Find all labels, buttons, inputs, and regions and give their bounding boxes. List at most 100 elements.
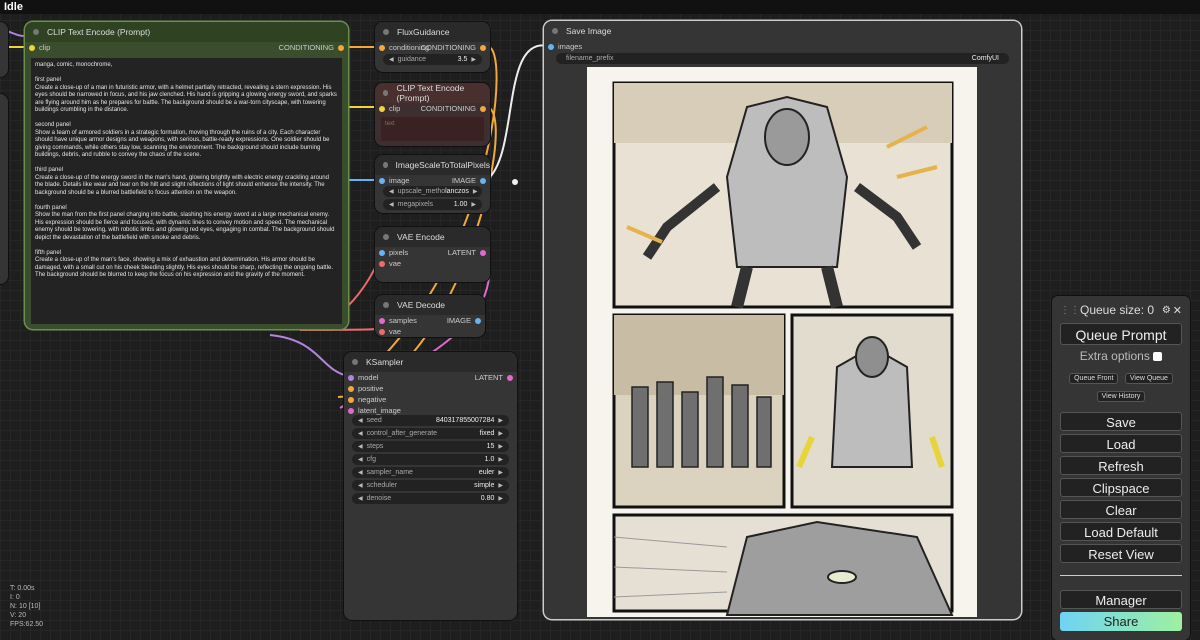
conditioning-input-slot[interactable] [379, 44, 385, 51]
sampler-name-widget[interactable]: ◀ sampler_name euler ▶ [352, 467, 509, 478]
flux-guidance-node[interactable]: FluxGuidance conditioning CONDITIONING ◀… [375, 22, 490, 72]
latent-output-slot[interactable] [507, 374, 513, 381]
conditioning-output-slot[interactable] [338, 44, 344, 51]
image-input-label: image [389, 176, 410, 185]
ksampler-node[interactable]: KSampler model LATENT positive negative … [344, 352, 517, 620]
filename-prefix-widget[interactable]: filename_prefix ComfyUI [556, 53, 1009, 64]
guidance-widget[interactable]: ◀ guidance 3.5 ▶ [383, 54, 482, 65]
image-input-slot[interactable] [379, 177, 385, 184]
clipspace-button[interactable]: Clipspace [1060, 478, 1182, 497]
settings-gear-icon[interactable]: ⚙ [1162, 305, 1171, 316]
extra-options-checkbox[interactable] [1153, 352, 1163, 362]
vae-input-slot[interactable] [379, 328, 385, 335]
view-queue-button[interactable]: View Queue [1124, 373, 1173, 384]
seed-widget[interactable]: ◀ seed 840317855007284 ▶ [352, 415, 509, 426]
stat-time: T: 0.00s [10, 585, 35, 592]
stat-fps: FPS:62.50 [10, 621, 44, 628]
offscreen-node-2[interactable] [0, 94, 8, 284]
vae-input-label: vae [389, 259, 402, 268]
widget-label: sampler_name [366, 469, 413, 476]
widget-value: 3.5 [457, 56, 468, 63]
load-button[interactable]: Load [1060, 434, 1182, 453]
clip-input-label: clip [389, 104, 401, 113]
clip-input-slot[interactable] [29, 44, 35, 51]
latent-image-input-label: latent_image [358, 406, 401, 415]
pixels-input-label: pixels [389, 248, 409, 257]
stat-v: V: 20 [10, 612, 27, 619]
image-output-slot[interactable] [475, 317, 481, 324]
negative-input-label: negative [358, 395, 387, 404]
upscale-method-widget[interactable]: ◀ upscale_metho lanczos ▶ [383, 186, 482, 197]
latent-output-slot[interactable] [480, 249, 486, 256]
close-icon[interactable]: ✕ [1173, 304, 1182, 317]
image-scale-node[interactable]: ImageScaleToTotalPixels image IMAGE ◀ ups… [375, 155, 490, 213]
megapixels-widget[interactable]: ◀ megapixels 1.00 ▶ [383, 199, 482, 210]
widget-label: seed [366, 417, 382, 424]
widget-value: lanczos [445, 188, 469, 195]
clip-input-slot[interactable] [379, 105, 385, 112]
save-button[interactable]: Save [1060, 412, 1182, 431]
widget-value: euler [478, 469, 495, 476]
widget-value: ComfyUI [971, 55, 999, 62]
queue-prompt-button[interactable]: Queue Prompt [1060, 323, 1182, 345]
model-input-slot[interactable] [348, 374, 354, 381]
conditioning-output-label: CONDITIONING [278, 43, 334, 52]
widget-value: fixed [479, 430, 495, 437]
scheduler-widget[interactable]: ◀ scheduler simple ▶ [352, 480, 509, 491]
widget-label: upscale_metho [397, 188, 446, 195]
decrement-arrow-icon[interactable]: ◀ [389, 56, 394, 63]
control-after-generate-widget[interactable]: ◀ control_after_generate fixed ▶ [352, 428, 509, 439]
queue-front-button[interactable]: Queue Front [1069, 373, 1119, 384]
conditioning-output-label: CONDITIONING [420, 104, 476, 113]
generated-image[interactable] [587, 67, 977, 617]
increment-arrow-icon[interactable]: ▶ [471, 56, 476, 63]
images-input-slot[interactable] [548, 43, 554, 50]
latent-output-label: LATENT [447, 248, 476, 257]
status-text: Idle [4, 1, 23, 13]
widget-value: 840317855007284 [435, 417, 495, 424]
widget-label: megapixels [397, 201, 434, 208]
conditioning-output-slot[interactable] [480, 105, 486, 112]
denoise-widget[interactable]: ◀ denoise 0.80 ▶ [352, 493, 509, 504]
view-history-button[interactable]: View History [1096, 391, 1146, 402]
cfg-widget[interactable]: ◀ cfg 1.0 ▶ [352, 454, 509, 465]
negative-textarea[interactable]: text [381, 117, 484, 141]
collapse-dot[interactable] [33, 29, 39, 35]
widget-label: filename_prefix [566, 55, 614, 62]
latent-image-input-slot[interactable] [348, 407, 354, 414]
manager-button[interactable]: Manager [1060, 590, 1182, 609]
load-default-button[interactable]: Load Default [1060, 522, 1182, 541]
pixels-input-slot[interactable] [379, 249, 385, 256]
vae-input-slot[interactable] [379, 260, 385, 267]
extra-options-label: Extra options [1079, 349, 1150, 363]
share-button[interactable]: Share [1060, 612, 1182, 631]
image-output-label: IMAGE [451, 176, 476, 185]
latent-output-label: LATENT [474, 373, 503, 382]
widget-label: control_after_generate [366, 430, 438, 437]
positive-input-slot[interactable] [348, 385, 354, 392]
widget-value: 1.0 [484, 456, 495, 463]
clip-text-encode-node[interactable]: CLIP Text Encode (Prompt) clip CONDITION… [25, 22, 348, 329]
drag-handle-icon[interactable]: ⋮⋮ [1060, 305, 1080, 316]
prompt-textarea[interactable]: manga, comic, monochrome, first panel Cr… [31, 58, 342, 324]
widget-label: denoise [366, 495, 392, 502]
save-image-node[interactable]: Save Image images filename_prefix ComfyU… [544, 21, 1021, 619]
clip-text-encode-negative-node[interactable]: CLIP Text Encode (Prompt) clip CONDITION… [375, 83, 490, 146]
node-title: CLIP Text Encode (Prompt) [396, 83, 465, 103]
vae-encode-node[interactable]: VAE Encode pixels LATENT vae [375, 227, 490, 282]
top-bar [0, 0, 1200, 14]
steps-widget[interactable]: ◀ steps 15 ▶ [352, 441, 509, 452]
offscreen-node-1[interactable] [0, 22, 8, 77]
image-output-slot[interactable] [480, 177, 486, 184]
reset-view-button[interactable]: Reset View [1060, 544, 1182, 563]
conditioning-output-slot[interactable] [480, 44, 486, 51]
refresh-button[interactable]: Refresh [1060, 456, 1182, 475]
conditioning-output-label: CONDITIONING [420, 43, 476, 52]
positive-input-label: positive [358, 384, 384, 393]
samples-input-slot[interactable] [379, 317, 385, 324]
clear-button[interactable]: Clear [1060, 500, 1182, 519]
negative-input-slot[interactable] [348, 396, 354, 403]
perf-stats: T: 0.00s I: 0 N: 10 [10] V: 20 FPS:62.50 [10, 584, 43, 629]
node-title: CLIP Text Encode (Prompt) [47, 27, 151, 37]
vae-decode-node[interactable]: VAE Decode samples IMAGE vae [375, 295, 485, 337]
